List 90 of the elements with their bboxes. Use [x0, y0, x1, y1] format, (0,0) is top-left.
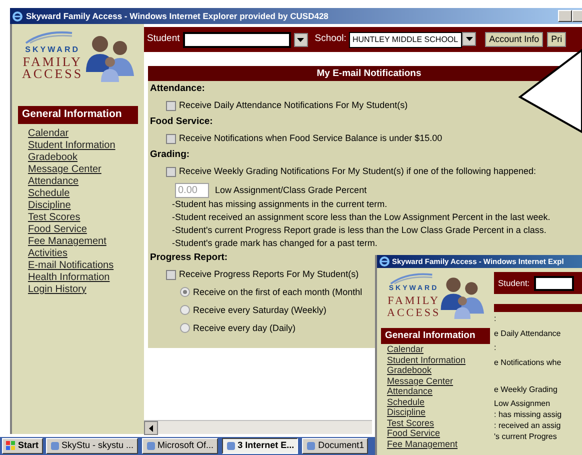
browser-icon: [379, 256, 390, 268]
sidebar-link[interactable]: Student Information: [12, 140, 144, 152]
windows-logo-icon: [6, 441, 16, 451]
radio-label: Receive every Saturday (Weekly): [193, 304, 326, 317]
start-button[interactable]: Start: [2, 438, 43, 454]
text-fragment: e Notifications whe: [494, 356, 562, 368]
sidebar-link[interactable]: Fee Management: [377, 438, 494, 450]
sidebar-link[interactable]: Schedule: [12, 188, 144, 200]
checkbox[interactable]: [166, 270, 176, 280]
swoosh-icon: [24, 30, 74, 44]
sidebar-link[interactable]: Gradebook: [377, 365, 494, 376]
sidebar-link[interactable]: Attendance: [377, 386, 494, 397]
sidebar-link[interactable]: Calendar: [377, 344, 494, 355]
section-heading: Attendance:: [149, 82, 205, 96]
student-label: Student:: [498, 276, 530, 290]
radio-button[interactable]: [180, 287, 190, 297]
sidebar-link[interactable]: Login History: [12, 284, 144, 296]
checkbox-label: Receive Progress Reports For My Student(s): [179, 268, 359, 281]
text-fragment: :: [494, 342, 498, 354]
sidebar-link[interactable]: Test Scores: [377, 418, 494, 428]
text-fragment: 's current Progres: [494, 430, 558, 442]
student-label: Student: [147, 32, 180, 46]
scroll-left-icon[interactable]: [144, 421, 158, 435]
school-select[interactable]: HUNTLEY MIDDLE SCHOOL: [349, 32, 462, 48]
taskbar-button[interactable]: Microsoft Of...: [142, 438, 218, 454]
text-fragment: Low Assignmen: [494, 398, 552, 408]
sidebar-link[interactable]: Gradebook: [12, 152, 144, 164]
section-heading: Grading:: [149, 148, 190, 162]
condition-text: -Student's grade mark has changed for a past term.: [172, 237, 378, 250]
checkbox-label: Receive Notifications when Food Service Balance is under $15.00: [179, 132, 442, 145]
sidebar-heading: General Information: [381, 328, 490, 344]
sidebar-link[interactable]: Attendance: [12, 176, 144, 188]
text-fragment: : has missing assig: [494, 408, 563, 420]
checkbox-label: Receive Weekly Grading Notifications For My Student(s) if one of the following happened:: [179, 165, 536, 178]
brand-text: SKYWARD: [24, 44, 82, 56]
sidebar-link[interactable]: Activities: [12, 248, 144, 260]
condition-text: -Student's current Progress Report grade is less than the Low Class Grade Percent in a class.: [172, 224, 546, 237]
window-title: Skyward Family Access - Windows Internet Explorer provided by CUSD428: [26, 10, 328, 22]
checkbox-label: Receive Daily Attendance Notifications For My Student(s): [179, 99, 408, 112]
sidebar-link[interactable]: Test Scores: [12, 212, 144, 224]
horizontal-scrollbar[interactable]: [144, 420, 372, 434]
sidebar-heading: General Information: [18, 106, 138, 124]
condition-text: -Student received an assignment score less than the Low Assignment Percent in the last week.: [172, 211, 550, 224]
radio-label: Receive every day (Daily): [193, 322, 296, 335]
text-fragment: : received an assig: [494, 420, 562, 430]
sidebar-link[interactable]: Health Information: [12, 272, 144, 284]
sidebar-link[interactable]: Discipline: [12, 200, 144, 212]
radio-label: Receive on the first of each month (Monthl: [193, 286, 362, 299]
sidebar-link[interactable]: Discipline: [377, 407, 494, 418]
logo-text: ACCESS: [22, 68, 84, 80]
app-icon: [50, 441, 60, 451]
checkbox[interactable]: [166, 134, 176, 144]
checkbox[interactable]: [166, 100, 176, 110]
sidebar-link[interactable]: Food Service: [12, 224, 144, 236]
sidebar-link[interactable]: Food Service: [377, 428, 494, 439]
sidebar-link[interactable]: E-mail Notifications: [12, 260, 144, 272]
sidebar-link[interactable]: Student Information: [377, 354, 494, 366]
field-label: Low Assignment/Class Grade Percent: [215, 184, 367, 197]
checkbox[interactable]: [166, 166, 176, 176]
sidebar-link[interactable]: Message Center: [12, 164, 144, 176]
app-icon: [306, 441, 316, 451]
text-fragment: e Daily Attendance: [494, 328, 562, 340]
logo-text: FAMILY: [22, 56, 84, 68]
sidebar-link[interactable]: Message Center: [377, 376, 494, 386]
radio-button[interactable]: [180, 323, 190, 333]
logo-text: ACCESS: [387, 306, 441, 319]
sidebar-link[interactable]: Schedule: [377, 396, 494, 408]
sidebar-link[interactable]: Calendar: [12, 128, 144, 140]
app-icon: [226, 441, 236, 451]
header-button[interactable]: Account Info: [485, 32, 544, 47]
school-label: School:: [314, 32, 346, 46]
minimize-button[interactable]: [558, 10, 572, 22]
logo-text: FAMILY: [387, 294, 441, 307]
sidebar-link[interactable]: Fee Management: [12, 236, 144, 248]
student-select[interactable]: [182, 32, 291, 48]
maximize-button[interactable]: [572, 10, 582, 22]
radio-button[interactable]: [180, 305, 190, 315]
taskbar-button[interactable]: Document1: [302, 438, 368, 454]
header-button[interactable]: Pri: [547, 32, 566, 47]
taskbar-button[interactable]: SkyStu - skystu ...: [46, 438, 138, 454]
browser-icon: [12, 10, 23, 22]
section-heading: Progress Report:: [149, 251, 228, 265]
app-icon: [146, 441, 156, 451]
student-select[interactable]: [534, 276, 574, 290]
taskbar-button[interactable]: 3 Internet E...: [222, 438, 298, 454]
section-heading: Food Service:: [149, 115, 213, 129]
swoosh-icon: [389, 272, 434, 285]
text-fragment: e Weekly Grading: [494, 384, 558, 396]
condition-text: -Student has missing assignments in the current term.: [172, 198, 388, 211]
text-fragment: :: [494, 313, 498, 325]
